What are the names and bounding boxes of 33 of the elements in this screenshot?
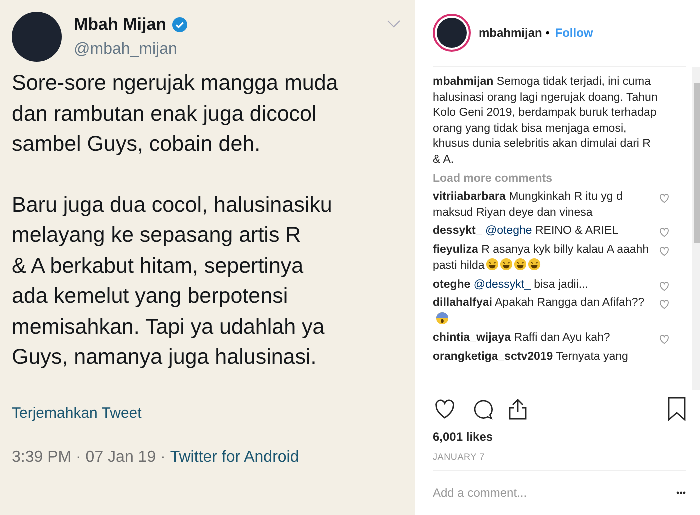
translate-link[interactable]: Terjemahkan Tweet: [12, 404, 142, 422]
comment-text: dillahalfyai Apakah Rangga dan Afifah??: [433, 296, 659, 328]
avatar: [12, 12, 62, 62]
likes-count[interactable]: 6,001 likes: [433, 430, 700, 444]
more-options[interactable]: •••: [676, 488, 686, 498]
avatar-ring[interactable]: [433, 14, 471, 52]
user-handle: @mbah_mijan: [74, 41, 178, 59]
tweet-text: Sore-sore ngerujak mangga muda dan rambutan enak juga dicocol sambel Guys, cobain deh.: [12, 70, 340, 158]
tweet-timestamp: 3:39 PM · 07 Jan 19 ·: [12, 448, 167, 466]
share-icon[interactable]: [508, 398, 528, 420]
chevron-down-icon[interactable]: [387, 20, 401, 28]
screaming-face-icon: [436, 312, 449, 324]
user-name: Mbah Mijan: [74, 15, 167, 35]
scrollbar[interactable]: [692, 67, 700, 390]
comment-input[interactable]: Add a comment...: [433, 486, 677, 500]
comment-text: orangketiga_sctv2019 Ternyata yang: [433, 350, 630, 364]
avatar: [437, 18, 467, 48]
post-date: JANUARY 7: [433, 452, 486, 462]
caption-text: mbahmijan Semoga tidak terjadi, ini cuma halusinasi orang lagi ngerujak doang. Tahun Kolo Geni 2019, berdampak buruk terhadap orang yang tidak bisa menjaga emosi, khusus dunia selebritis akan dimulai dari R & A.: [433, 75, 659, 168]
comment-text: dessykt_ @oteghe REINO & ARIEL: [433, 224, 620, 239]
username[interactable]: mbahmijan: [479, 26, 542, 40]
comment-text: oteghe @dessykt_ bisa jadii...: [433, 278, 590, 292]
separator-dot: •: [546, 26, 550, 40]
bookmark-icon[interactable]: [668, 397, 686, 421]
laughing-face-icon: [500, 258, 513, 271]
tweet-text: Baru juga dua cocol, halusinasiku melayang ke sepasang artis R & A berkabut hitam, sepertinya ada kemelut yang berpotensi memisahkan. Tapi ya udahlah ya Guys, namanya juga halusinasi.: [12, 192, 334, 371]
laughing-face-icon: [486, 258, 499, 271]
laughing-face-icon: [514, 258, 527, 271]
heart-icon[interactable]: [433, 397, 457, 421]
scrollbar-thumb[interactable]: [694, 83, 700, 243]
comment-text: chintia_wijaya Raffi dan Ayu kah?: [433, 331, 612, 346]
laughing-face-icon: [528, 258, 541, 271]
source-link[interactable]: Twitter for Android: [170, 448, 300, 466]
